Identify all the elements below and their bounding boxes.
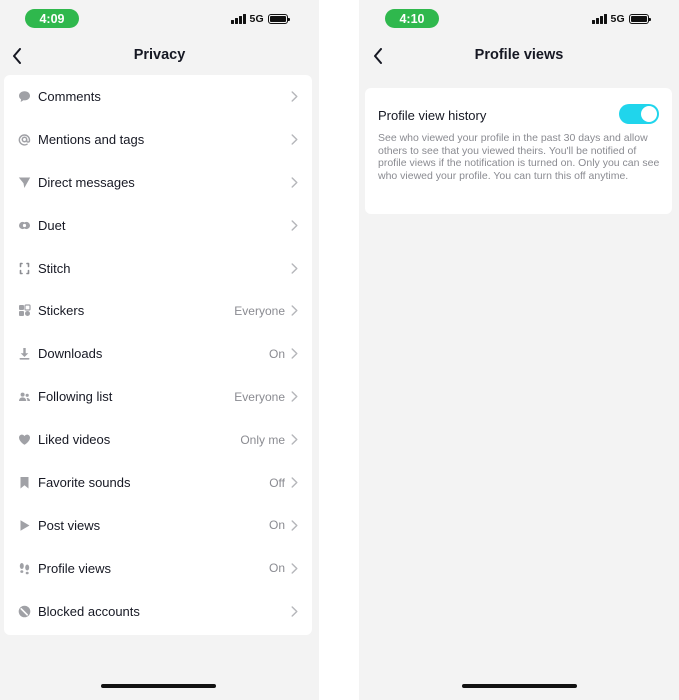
nav-bar: Privacy <box>0 36 319 76</box>
chevron-right-icon <box>290 305 298 317</box>
chevron-right-icon <box>290 219 298 231</box>
menu-item-favorite-sounds[interactable]: Favorite sounds Off <box>4 461 312 504</box>
menu-item-duet[interactable]: Duet <box>4 204 312 247</box>
menu-item-value: On <box>268 561 285 576</box>
menu-item-label: Mentions and tags <box>38 131 145 147</box>
network-label: 5G <box>610 13 625 25</box>
battery-icon <box>628 14 652 24</box>
status-time: 4:10 <box>385 9 439 28</box>
toggle-knob <box>641 106 657 122</box>
chevron-right-icon <box>290 434 298 446</box>
chevron-right-icon <box>290 176 298 188</box>
chevron-right-icon <box>290 519 298 531</box>
menu-item-blocked-accounts[interactable]: Blocked accounts <box>4 590 312 633</box>
play-icon <box>18 519 31 532</box>
signal-icon <box>592 14 607 24</box>
menu-item-following-list[interactable]: Following list Everyone <box>4 375 312 418</box>
download-icon <box>18 347 31 360</box>
comment-icon <box>18 90 31 103</box>
status-time: 4:09 <box>25 9 79 28</box>
menu-item-label: Comments <box>38 88 101 104</box>
setting-description: See who viewed your profile in the past … <box>378 132 660 182</box>
menu-item-label: Favorite sounds <box>38 475 131 491</box>
menu-item-label: Liked videos <box>38 432 111 448</box>
menu-item-stitch[interactable]: Stitch <box>4 247 312 290</box>
menu-item-label: Post views <box>38 517 101 533</box>
chevron-right-icon <box>290 262 298 274</box>
menu-item-mentions-and-tags[interactable]: Mentions and tags <box>4 118 312 161</box>
menu-item-liked-videos[interactable]: Liked videos Only me <box>4 418 312 461</box>
heart-icon <box>18 433 31 446</box>
network-label: 5G <box>249 13 264 25</box>
menu-item-value: On <box>268 518 285 533</box>
menu-item-value: On <box>268 346 285 361</box>
menu-item-label: Profile views <box>38 560 111 576</box>
privacy-menu: Comments Mentions and tags Direct messag… <box>4 75 312 635</box>
nav-bar: Profile views <box>359 36 679 76</box>
menu-item-label: Blocked accounts <box>38 603 140 619</box>
home-indicator[interactable] <box>462 684 577 688</box>
users-icon <box>18 390 31 403</box>
bookmark-icon <box>18 476 31 489</box>
profile-view-history-card: Profile view history See who viewed your… <box>365 88 672 214</box>
battery-icon <box>267 14 291 24</box>
menu-item-downloads[interactable]: Downloads On <box>4 332 312 375</box>
status-indicators: 5G <box>592 13 652 25</box>
status-indicators: 5G <box>231 13 291 25</box>
page-title: Privacy <box>133 47 186 63</box>
menu-item-value: Everyone <box>234 389 285 404</box>
status-bar: 4:09 5G <box>0 0 319 36</box>
menu-item-stickers[interactable]: Stickers Everyone <box>4 290 312 333</box>
chevron-right-icon <box>290 391 298 403</box>
menu-item-comments[interactable]: Comments <box>4 75 312 118</box>
sticker-icon <box>18 304 31 317</box>
menu-item-value: Off <box>269 475 285 490</box>
menu-item-label: Stitch <box>38 260 71 276</box>
stitch-icon <box>18 262 31 275</box>
menu-item-label: Duet <box>38 217 66 233</box>
menu-item-label: Stickers <box>38 303 85 319</box>
page-title: Profile views <box>474 47 564 63</box>
setting-title: Profile view history <box>378 108 487 123</box>
menu-item-value: Everyone <box>234 303 285 318</box>
menu-item-post-views[interactable]: Post views On <box>4 504 312 547</box>
footprint-icon <box>18 562 31 575</box>
chevron-right-icon <box>290 90 298 102</box>
profile-views-screen: 4:10 5G Profile views Profile view histo… <box>359 0 679 700</box>
menu-item-value: Only me <box>240 432 285 447</box>
menu-item-label: Following list <box>38 389 113 405</box>
status-bar: 4:10 5G <box>359 0 679 36</box>
chevron-right-icon <box>290 477 298 489</box>
block-icon <box>18 605 31 618</box>
send-icon <box>18 176 31 189</box>
chevron-right-icon <box>290 562 298 574</box>
at-icon <box>18 133 31 146</box>
menu-item-profile-views[interactable]: Profile views On <box>4 547 312 590</box>
chevron-right-icon <box>290 348 298 360</box>
menu-item-label: Downloads <box>38 346 103 362</box>
menu-item-label: Direct messages <box>38 174 135 190</box>
chevron-right-icon <box>290 133 298 145</box>
home-indicator[interactable] <box>101 684 216 688</box>
menu-item-direct-messages[interactable]: Direct messages <box>4 161 312 204</box>
privacy-screen: 4:09 5G Privacy Comments Mentions and ta… <box>0 0 319 700</box>
duet-icon <box>18 219 31 232</box>
signal-icon <box>231 14 246 24</box>
profile-view-history-toggle[interactable] <box>619 104 659 124</box>
chevron-right-icon <box>290 605 298 617</box>
